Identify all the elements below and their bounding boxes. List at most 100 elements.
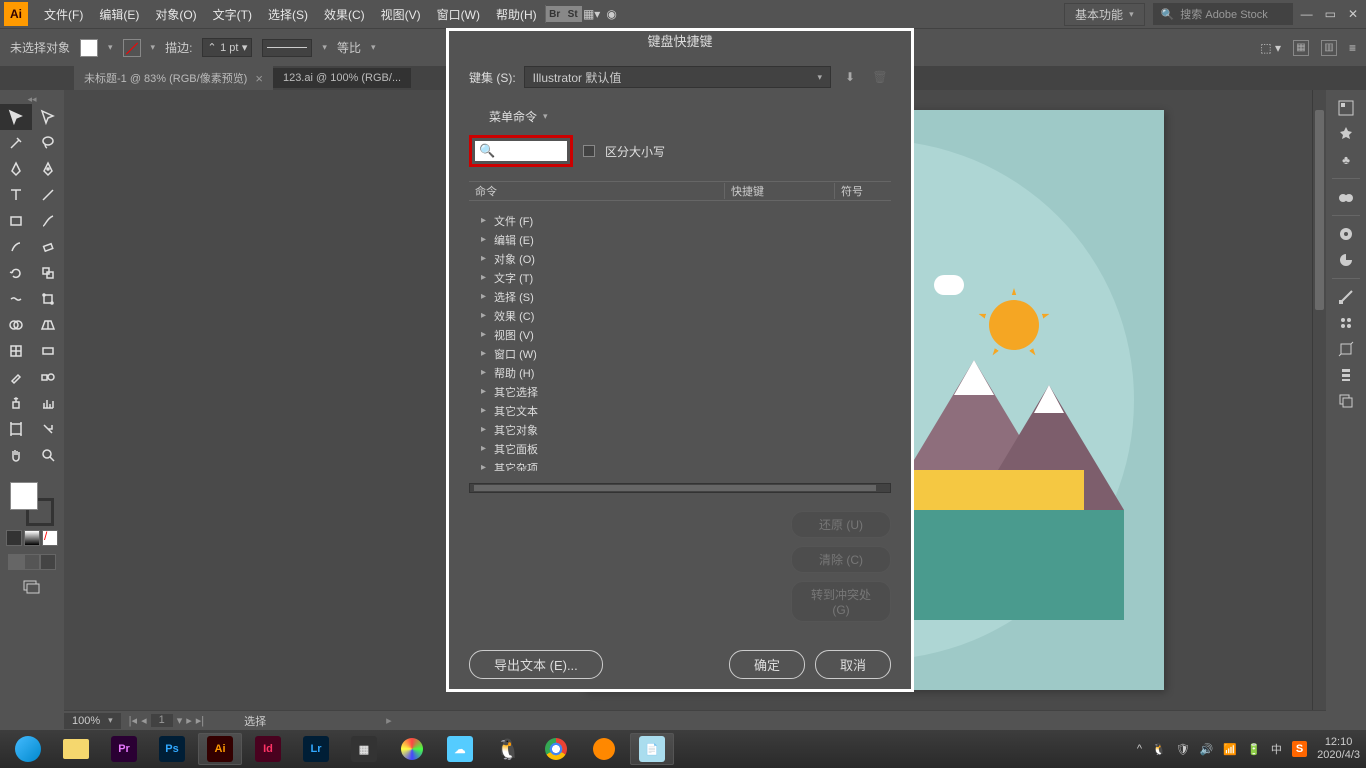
stroke-panel-icon[interactable] <box>1332 285 1360 309</box>
task-notepad[interactable]: 📄 <box>630 733 674 765</box>
fill-color[interactable] <box>10 482 38 510</box>
tray-volume-icon[interactable]: 🔊 <box>1200 743 1214 756</box>
graph-tool[interactable] <box>32 390 64 416</box>
cmd-view[interactable]: ▸视图 (V) <box>469 325 891 344</box>
fill-swatch[interactable] <box>80 39 98 57</box>
cmd-object[interactable]: ▸对象 (O) <box>469 249 891 268</box>
task-qq[interactable]: 🐧 <box>486 733 530 765</box>
type-tool[interactable] <box>0 182 32 208</box>
task-browser[interactable] <box>6 733 50 765</box>
save-set-icon[interactable]: ⬇ <box>839 66 861 88</box>
align-icon[interactable]: ⬚ ▾ <box>1260 41 1281 55</box>
menu-file[interactable]: 文件(F) <box>36 0 91 28</box>
scale-tool[interactable] <box>32 260 64 286</box>
tray-ime[interactable]: 中 <box>1271 741 1282 757</box>
scroll-indicator[interactable]: ▸ <box>386 714 392 727</box>
cmd-other-misc[interactable]: ▸其它杂项 <box>469 458 891 471</box>
hand-tool[interactable] <box>0 442 32 468</box>
direct-selection-tool[interactable] <box>32 104 64 130</box>
zoom-control[interactable]: 100%▾ <box>64 713 121 729</box>
task-lightroom[interactable]: Lr <box>294 733 338 765</box>
type-dropdown[interactable]: 菜单命令▾ <box>489 108 548 125</box>
export-text-button[interactable]: 导出文本 (E)... <box>469 650 603 679</box>
case-checkbox[interactable] <box>583 145 595 157</box>
stock-search[interactable]: 🔍搜索 Adobe Stock <box>1153 3 1293 25</box>
paintbrush-tool[interactable] <box>32 208 64 234</box>
stroke-weight[interactable]: ⌃1 pt▾ <box>202 38 252 57</box>
pen-tool[interactable] <box>0 156 32 182</box>
libraries-panel-icon[interactable] <box>1332 122 1360 146</box>
task-app1[interactable]: ▦ <box>342 733 386 765</box>
gradient-mode[interactable] <box>24 530 40 546</box>
symbols-panel-icon[interactable] <box>1332 311 1360 335</box>
menu-edit[interactable]: 编辑(E) <box>91 0 147 28</box>
shape-builder-tool[interactable] <box>0 312 32 338</box>
stock-icon[interactable]: St <box>564 6 582 22</box>
col-symbol[interactable]: 符号 <box>834 183 891 199</box>
mesh-tool[interactable] <box>0 338 32 364</box>
cmd-select[interactable]: ▸选择 (S) <box>469 287 891 306</box>
cmd-edit[interactable]: ▸编辑 (E) <box>469 230 891 249</box>
task-illustrator[interactable]: Ai <box>198 733 242 765</box>
cmd-other-panel[interactable]: ▸其它面板 <box>469 439 891 458</box>
stroke-style[interactable] <box>262 39 312 57</box>
line-tool[interactable] <box>32 182 64 208</box>
cmd-other-select[interactable]: ▸其它选择 <box>469 382 891 401</box>
eraser-tool[interactable] <box>32 234 64 260</box>
cmd-other-text[interactable]: ▸其它文本 <box>469 401 891 420</box>
shaper-tool[interactable] <box>0 234 32 260</box>
selection-tool[interactable] <box>0 104 32 130</box>
stroke-swatch[interactable] <box>123 39 141 57</box>
cmd-window[interactable]: ▸窗口 (W) <box>469 344 891 363</box>
cmd-file[interactable]: ▸文件 (F) <box>469 211 891 230</box>
cmd-other-object[interactable]: ▸其它对象 <box>469 420 891 439</box>
tab-close-icon[interactable]: × <box>255 71 263 86</box>
menu-select[interactable]: 选择(S) <box>260 0 316 28</box>
delete-set-icon[interactable]: 🗑 <box>869 66 891 88</box>
cancel-button[interactable]: 取消 <box>815 650 891 679</box>
properties-panel-icon[interactable] <box>1332 96 1360 120</box>
slice-tool[interactable] <box>32 416 64 442</box>
menu-effect[interactable]: 效果(C) <box>316 0 373 28</box>
tray-wifi-icon[interactable]: 📶 <box>1223 743 1237 756</box>
tab-doc1[interactable]: 未标题-1 @ 83% (RGB/像素预览)× <box>74 66 273 90</box>
ok-button[interactable]: 确定 <box>729 650 805 679</box>
task-indesign[interactable]: Id <box>246 733 290 765</box>
col-command[interactable]: 命令 <box>469 183 724 199</box>
free-transform-tool[interactable] <box>32 286 64 312</box>
brushes-panel-icon[interactable]: ♣ <box>1332 148 1360 172</box>
task-app2[interactable] <box>390 733 434 765</box>
menu-view[interactable]: 视图(V) <box>373 0 429 28</box>
perspective-tool[interactable] <box>32 312 64 338</box>
cc-panel-icon[interactable] <box>1332 185 1360 209</box>
task-app4[interactable] <box>582 733 626 765</box>
layers-panel-icon[interactable] <box>1332 389 1360 413</box>
symbol-sprayer-tool[interactable] <box>0 390 32 416</box>
gradient-tool[interactable] <box>32 338 64 364</box>
cmd-type[interactable]: ▸文字 (T) <box>469 268 891 287</box>
gpu-icon[interactable]: ◉ <box>602 4 622 24</box>
task-app3[interactable]: ☁ <box>438 733 482 765</box>
width-tool[interactable] <box>0 286 32 312</box>
minimize-button[interactable]: — <box>1301 7 1313 21</box>
tray-sogou-icon[interactable]: S <box>1292 741 1307 757</box>
set-dropdown[interactable]: Illustrator 默认值▾ <box>524 66 831 88</box>
lasso-tool[interactable] <box>32 130 64 156</box>
swatches-panel-icon[interactable] <box>1332 248 1360 272</box>
menu-type[interactable]: 文字(T) <box>205 0 260 28</box>
artboard-nav[interactable]: |◂◂1▾▸▸| <box>129 714 205 727</box>
zoom-tool[interactable] <box>32 442 64 468</box>
tray-qq-icon[interactable]: 🐧 <box>1152 743 1166 756</box>
screen-mode[interactable] <box>4 580 60 594</box>
fill-stroke-indicator[interactable] <box>10 482 54 526</box>
cmd-effect[interactable]: ▸效果 (C) <box>469 306 891 325</box>
task-photoshop[interactable]: Ps <box>150 733 194 765</box>
none-mode[interactable]: / <box>42 530 58 546</box>
tray-clock[interactable]: 12:10 2020/4/3 <box>1317 736 1360 762</box>
command-list[interactable]: ▸文件 (F) ▸编辑 (E) ▸对象 (O) ▸文字 (T) ▸选择 (S) … <box>469 211 891 471</box>
appearance-panel-icon[interactable] <box>1332 363 1360 387</box>
cmd-help[interactable]: ▸帮助 (H) <box>469 363 891 382</box>
close-button[interactable]: ✕ <box>1348 7 1358 21</box>
transform-panel-icon[interactable] <box>1332 337 1360 361</box>
rotate-tool[interactable] <box>0 260 32 286</box>
